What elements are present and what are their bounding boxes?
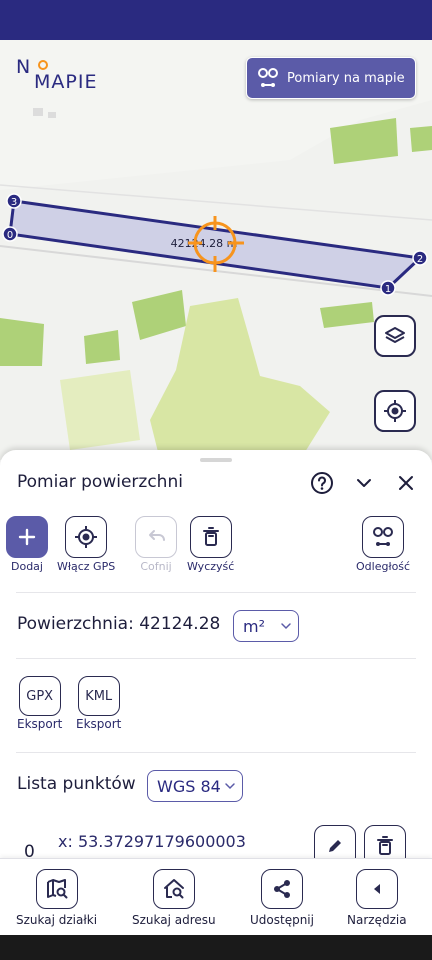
- nav-search-address[interactable]: Szukaj adresu: [132, 869, 216, 927]
- export-kml-button[interactable]: KML Eksport: [76, 676, 121, 731]
- trash-icon: [377, 836, 393, 855]
- measurement-panel: Pomiar powierzchni Dodaj Włącz GPS Cofni…: [0, 450, 432, 860]
- nav-search-address-label: Szukaj adresu: [132, 913, 216, 927]
- export-gpx-button[interactable]: GPX Eksport: [17, 676, 62, 731]
- export-gpx-box: GPX: [18, 676, 61, 716]
- nav-tools-label: Narzędzia: [347, 913, 407, 927]
- enable-gps-button[interactable]: Włącz GPS: [57, 516, 115, 573]
- export-kml-box: KML: [77, 676, 120, 716]
- crs-select-value: WGS 84: [157, 776, 221, 796]
- clear-label: Wyczyść: [187, 560, 235, 573]
- points-list-title: Lista punktów: [17, 774, 136, 794]
- vertex-label-3: 3: [11, 197, 17, 208]
- chevron-down-icon: [281, 623, 291, 630]
- collapse-button[interactable]: [351, 470, 377, 496]
- layers-button[interactable]: [374, 315, 416, 357]
- app-logo: N MAPIE: [14, 56, 114, 96]
- map-view[interactable]: 0 3 2 1 42124.28 m: [0, 40, 432, 460]
- status-bar: [0, 0, 432, 40]
- undo-button[interactable]: Cofnij: [135, 516, 177, 573]
- map-canvas: 0 3 2 1 42124.28 m: [0, 40, 432, 460]
- chevron-down-icon: [225, 783, 235, 790]
- close-icon: [399, 476, 413, 490]
- locate-button[interactable]: [374, 390, 416, 432]
- close-button[interactable]: [393, 470, 419, 496]
- nav-share-label: Udostępnij: [250, 913, 314, 927]
- chevron-down-icon: [357, 479, 371, 487]
- add-point-label: Dodaj: [11, 560, 43, 573]
- help-icon: [311, 472, 333, 494]
- add-point-button[interactable]: Dodaj: [6, 516, 48, 573]
- distance-mode-label: Odległość: [356, 560, 411, 573]
- nav-tools[interactable]: Narzędzia: [347, 869, 407, 927]
- crs-select[interactable]: WGS 84: [147, 770, 243, 802]
- undo-icon: [149, 530, 165, 541]
- logo-text-2: MAPIE: [34, 71, 98, 93]
- measure-pins-icon: [258, 68, 278, 87]
- area-value: 42124.28: [139, 614, 221, 634]
- export-kml-label: Eksport: [76, 717, 122, 731]
- pencil-icon: [329, 840, 341, 852]
- map-area-label: 42124.28 m: [171, 237, 238, 250]
- vertex-label-1: 1: [385, 284, 391, 295]
- nav-search-parcel[interactable]: Szukaj działki: [16, 869, 97, 927]
- logo-pin-icon: [38, 60, 48, 70]
- divider: [16, 752, 416, 753]
- measure-pins-icon: [373, 527, 394, 546]
- home-search-icon: [163, 879, 184, 899]
- area-prefix: Powierzchnia:: [17, 614, 134, 634]
- trash-icon: [202, 527, 219, 546]
- enable-gps-label: Włącz GPS: [57, 560, 116, 573]
- divider: [16, 658, 416, 659]
- vertex-label-2: 2: [417, 254, 423, 265]
- delete-point-button[interactable]: [364, 825, 406, 860]
- nav-share[interactable]: Udostępnij: [250, 869, 314, 927]
- logo-text-1: N: [16, 56, 32, 78]
- caret-left-icon: [373, 884, 380, 894]
- bottom-navigation: Szukaj działki Szukaj adresu Udostępnij: [0, 858, 432, 935]
- clear-button[interactable]: Wyczyść: [187, 516, 234, 573]
- share-icon: [273, 880, 290, 898]
- layers-icon: [385, 327, 405, 343]
- undo-label: Cofnij: [140, 560, 172, 573]
- unit-select-value: m²: [243, 616, 265, 636]
- gps-target-icon: [75, 526, 98, 548]
- point-x-coordinate: x: 53.37297179600003: [58, 832, 246, 851]
- help-button[interactable]: [309, 470, 335, 496]
- plus-icon: [18, 528, 36, 546]
- measurements-button[interactable]: Pomiary na mapie: [246, 57, 416, 99]
- export-gpx-label: Eksport: [17, 717, 63, 731]
- edit-point-button[interactable]: [314, 825, 356, 860]
- measurements-button-label: Pomiary na mapie: [287, 70, 405, 86]
- area-readout: Powierzchnia: 42124.28: [17, 614, 220, 634]
- nav-search-parcel-label: Szukaj działki: [16, 913, 98, 927]
- sheet-drag-handle[interactable]: [200, 458, 232, 462]
- map-search-icon: [46, 879, 68, 899]
- distance-mode-button[interactable]: Odległość: [356, 516, 410, 573]
- gps-target-icon: [384, 400, 406, 422]
- vertex-label-0: 0: [7, 230, 13, 241]
- system-navigation-bar: [0, 935, 432, 960]
- divider: [16, 592, 416, 593]
- panel-title: Pomiar powierzchni: [17, 472, 183, 492]
- unit-select[interactable]: m²: [233, 610, 299, 642]
